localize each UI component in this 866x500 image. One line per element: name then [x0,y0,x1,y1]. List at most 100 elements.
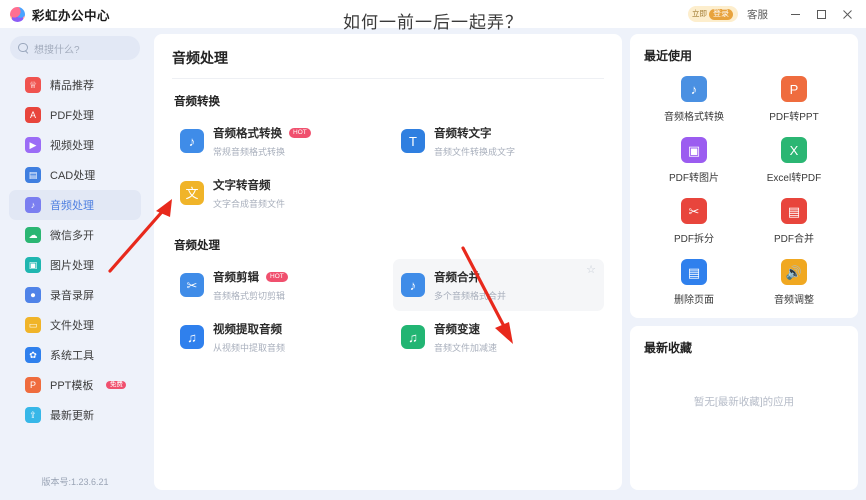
sidebar-item-7[interactable]: ⏺ 录音录屏 [9,280,141,310]
recent-item-label: PDF拆分 [674,234,714,245]
sidebar-item-label: 精品推荐 [50,80,94,92]
login-button[interactable]: 立即 登录 [688,6,738,22]
maximize-button[interactable] [808,1,834,27]
tool-text: 视频提取音频 从视频中提取音频 [213,320,285,354]
text-to-audio-icon: 文 [180,181,204,205]
sidebar-item-3[interactable]: ▤ CAD处理 [9,160,141,190]
recent-item[interactable]: ▣ PDF转图片 [644,137,744,184]
sidebar-item-5[interactable]: ☁ 微信多开 [9,220,141,250]
pdf-merge-icon: ▤ [781,198,807,224]
audio-icon: ♪ [25,197,41,213]
tool-grid: ♪ 音频格式转换 HOT 常规音频格式转换 T 音频转文字 音频文件转换成文字文文字转音频文… [172,115,604,219]
recent-panel-title: 最近使用 [644,49,693,63]
right-column: 最近使用 ♪ 音频格式转换 P PDF转PPT ▣ PDF转图片 X Excel转PDF ✂ PD… [630,34,858,490]
recent-item[interactable]: X Excel转PDF [744,137,844,184]
login-button-label: 登录 [709,8,733,20]
recent-item[interactable]: P PDF转PPT [744,76,844,123]
favorite-star-icon[interactable]: ☆ [586,265,596,276]
sidebar-item-9[interactable]: ✿ 系统工具 [9,340,141,370]
tool-name: 文字转音频 [213,179,271,192]
hot-badge: HOT [266,272,288,282]
tool-name: 音频剪辑 [213,271,259,284]
sidebar-item-2[interactable]: ▶ 视频处理 [9,130,141,160]
tool-text: 文字转音频文字合成音频文件 [213,176,285,210]
search-icon [18,42,29,54]
recent-item[interactable]: ♪ 音频格式转换 [644,76,744,123]
audio-clip-icon: ✂ [180,273,204,297]
title-bar: 彩虹办公中心 立即 登录 客服 [0,0,866,28]
sidebar-item-8[interactable]: ▭ 文件处理 [9,310,141,340]
video-extract-icon: ♫ [180,325,204,349]
tool-card[interactable]: ♪ 音频合并 多个音频格式合并 ☆ [393,259,604,311]
tool-card[interactable]: ♫ 音频变速 音频文件加减速 [393,311,604,363]
wechat-icon: ☁ [25,227,41,243]
app-title: 彩虹办公中心 [32,8,111,23]
gift-icon: ♕ [25,77,41,93]
sidebar-item-1[interactable]: A PDF处理 [9,100,141,130]
pdf-to-image-icon: ▣ [681,137,707,163]
recent-item[interactable]: ✂ PDF拆分 [644,198,744,245]
gear-icon: ✿ [25,347,41,363]
sidebar-item-label: 微信多开 [50,230,94,242]
tool-subtitle: 音频文件转换成文字 [434,147,516,157]
sidebar-item-label: 最新更新 [50,410,94,422]
search-placeholder: 想搜什么? [34,44,80,56]
excel-to-pdf-icon: X [781,137,807,163]
favorites-panel: 最新收藏 暂无[最新收藏]的应用 [630,326,858,490]
tool-card[interactable]: 文文字转音频文字合成音频文件 [172,167,383,219]
folder-icon: ▭ [25,317,41,333]
sidebar-item-11[interactable]: ⇪ 最新更新 [9,400,141,430]
login-button-prefix: 立即 [692,9,707,19]
sidebar-item-4[interactable]: ♪ 音频处理 [9,190,141,220]
tool-card[interactable]: T 音频转文字音频文件转换成文字 [393,115,604,167]
page-title: 音频处理 [172,48,604,79]
recent-item[interactable]: ▤ PDF合并 [744,198,844,245]
tool-card[interactable]: ♫ 视频提取音频 从视频中提取音频 [172,311,383,363]
sidebar-nav: ♕ 精品推荐 A PDF处理 ▶ 视频处理 ▤ CAD处理 ♪ 音频处理 ☁ 微信多开 ▣ 图片处理 ⏺ 录音… [0,68,150,475]
sidebar-item-6[interactable]: ▣ 图片处理 [9,250,141,280]
sidebar-item-label: CAD处理 [50,170,96,182]
sidebar-item-label: 文件处理 [50,320,94,332]
video-icon: ▶ [25,137,41,153]
minimize-icon [790,13,800,15]
app-window: 彩虹办公中心 立即 登录 客服 如何一前一后一起弄？ 想搜什么? ♕ 精品推荐 … [0,0,866,500]
search-input[interactable]: 想搜什么? [10,36,140,60]
audio-to-text-icon: T [401,129,425,153]
recent-item[interactable]: 🔊 音频调整 [744,259,844,306]
audio-merge-icon: ♪ [401,273,425,297]
tool-subtitle: 从视频中提取音频 [213,343,286,353]
tool-title-row: 文字转音频 [213,176,285,194]
tool-title-row: 音频剪辑 HOT [213,268,288,286]
tool-name: 视频提取音频 [213,323,282,336]
tool-subtitle: 音频格式剪切剪辑 [213,291,286,301]
recent-item-label: PDF合并 [774,234,814,245]
tool-card[interactable]: ✂ 音频剪辑 HOT 音频格式剪切剪辑 [172,259,383,311]
tool-title-row: 音频格式转换 HOT [213,124,311,142]
tool-title-row: 音频转文字 [434,124,515,142]
customer-service-link[interactable]: 客服 [747,7,768,22]
tool-text: 音频转文字音频文件转换成文字 [434,124,515,158]
pdf-to-ppt-icon: P [781,76,807,102]
update-icon: ⇪ [25,407,41,423]
close-button[interactable] [834,1,860,27]
sidebar: 想搜什么? ♕ 精品推荐 A PDF处理 ▶ 视频处理 ▤ CAD处理 ♪ 音频处理 ☁ 微信多开 ▣ 图… [0,28,150,500]
sidebar-item-10[interactable]: P PPT模板 免费 [9,370,141,400]
tool-text: 音频格式转换 HOT 常规音频格式转换 [213,124,311,158]
tool-name: 音频转文字 [434,127,492,140]
delete-page-icon: ▤ [681,259,707,285]
tool-text: 音频变速 音频文件加减速 [434,320,497,354]
audio-convert-icon: ♪ [180,129,204,153]
group-title: 音频转换 [174,96,220,108]
tool-card[interactable]: ♪ 音频格式转换 HOT 常规音频格式转换 [172,115,383,167]
tool-subtitle: 文字合成音频文件 [213,199,286,209]
ppt-icon: P [25,377,41,393]
favorites-panel-title: 最新收藏 [644,341,693,355]
close-icon [842,9,852,19]
sidebar-item-0[interactable]: ♕ 精品推荐 [9,70,141,100]
record-icon: ⏺ [25,287,41,303]
recent-item-label: PDF转图片 [669,173,719,184]
minimize-button[interactable] [782,1,808,27]
recent-item[interactable]: ▤ 删除页面 [644,259,744,306]
sidebar-item-label: PDF处理 [50,110,94,122]
